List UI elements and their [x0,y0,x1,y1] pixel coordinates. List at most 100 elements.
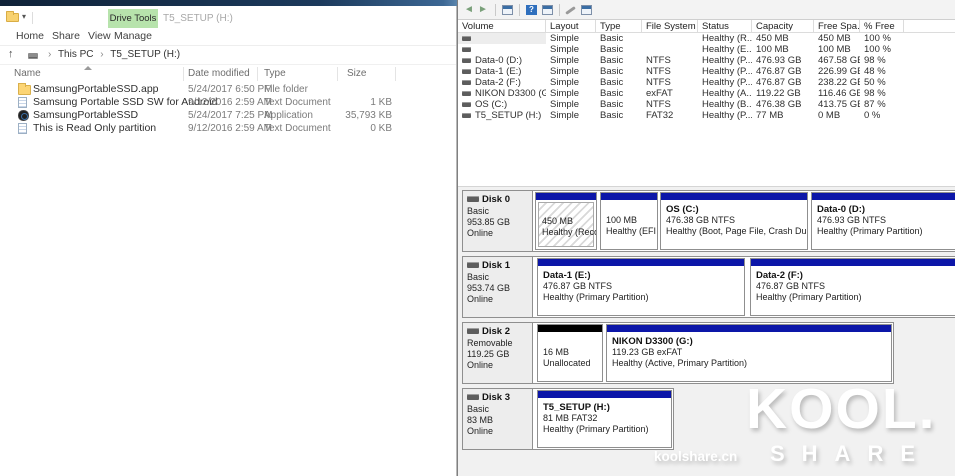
partition-data-0[interactable]: Data-0 (D:) 476.93 GB NTFS Healthy (Prim… [811,192,955,250]
tab-home[interactable]: Home [16,29,44,44]
help-icon[interactable]: ? [526,5,537,15]
disk-icon [467,394,479,400]
back-arrow-icon[interactable]: ◄ [464,4,474,15]
column-header-free-space[interactable]: Free Spa... [814,20,860,33]
column-header-type[interactable]: Type [264,68,286,79]
column-header-volume[interactable]: Volume [458,20,546,33]
column-header-layout[interactable]: Layout [546,20,596,33]
chevron-down-icon[interactable]: ▾ [22,12,26,21]
partition-status: Healthy (EFI [606,226,657,237]
tab-share[interactable]: Share [52,29,80,44]
tool-icon[interactable] [565,6,576,15]
volume-free: 467.58 GB [814,55,860,66]
file-name[interactable]: This is Read Only partition [33,122,156,134]
disk-icon [467,262,479,268]
partition-size: 476.87 GB NTFS [543,281,744,292]
folder-icon [18,85,31,95]
breadcrumb-this-pc[interactable]: This PC [58,49,94,60]
disk-label[interactable]: Disk 3 Basic 83 MB Online [463,389,533,449]
partition-status: Healthy (Active, Primary Partition) [612,358,891,369]
partition-status: Healthy (Recover [542,227,593,238]
window-icon[interactable] [542,5,553,15]
volume-fs: NTFS [642,77,698,88]
file-row[interactable]: Samsung Portable SSD SW for Android 9/12… [0,96,456,109]
forward-arrow-icon[interactable]: ► [478,4,488,15]
volume-row[interactable]: NIKON D3300 (G:) Simple Basic exFAT Heal… [458,88,955,99]
volume-fs: exFAT [642,88,698,99]
file-row[interactable]: SamsungPortableSSD.app 5/24/2017 6:50 PM… [0,83,456,96]
toolbar: ◄ ► ? [458,0,955,20]
volume-type: Basic [596,110,642,121]
disk-type: Basic [467,272,532,283]
file-size: 35,793 KB [320,110,392,121]
volume-capacity: 450 MB [752,33,814,44]
drive-tools-contextual-tab[interactable]: Drive Tools [108,9,158,28]
file-name[interactable]: SamsungPortableSSD.app [33,83,159,95]
volume-free: 413.75 GB [814,99,860,110]
volume-row[interactable]: Data-1 (E:) Simple Basic NTFS Healthy (P… [458,66,955,77]
partition-color-strip [601,193,657,200]
divider [495,4,496,16]
breadcrumb-current-folder[interactable]: T5_SETUP (H:) [110,49,180,60]
partition-status: Healthy (Primary Partition) [543,292,744,303]
disk-label[interactable]: Disk 0 Basic 953.85 GB Online [463,191,533,251]
column-header-status[interactable]: Status [698,20,752,33]
window-title: T5_SETUP (H:) [163,13,233,24]
disk-status: Online [467,294,532,305]
volume-layout: Simple [546,99,596,110]
window-icon[interactable] [502,5,513,15]
column-header-type[interactable]: Type [596,20,642,33]
partition-color-strip [751,259,955,266]
volume-row[interactable]: Simple Basic Healthy (E... 100 MB 100 MB… [458,44,955,55]
window-icon[interactable] [581,5,592,15]
tab-view[interactable]: View [88,29,111,44]
tab-manage[interactable]: Manage [114,29,152,44]
column-divider[interactable] [183,67,184,81]
partition-os-c[interactable]: OS (C:) 476.38 GB NTFS Healthy (Boot, Pa… [660,192,808,250]
volume-free: 450 MB [814,33,860,44]
volume-capacity: 476.87 GB [752,77,814,88]
column-header-name[interactable]: Name [14,68,41,79]
column-divider[interactable] [257,67,258,81]
volume-row[interactable]: OS (C:) Simple Basic NTFS Healthy (B... … [458,99,955,110]
volume-name: Data-2 (F:) [475,77,521,88]
disk-label[interactable]: Disk 1 Basic 953.74 GB Online [463,257,533,317]
file-date: 5/24/2017 6:50 PM [188,84,273,95]
file-name[interactable]: SamsungPortableSSD [33,109,138,121]
volume-row[interactable]: Simple Basic Healthy (R... 450 MB 450 MB… [458,33,955,44]
folder-icon[interactable] [6,13,19,22]
disk-status: Online [467,228,532,239]
column-divider[interactable] [337,67,338,81]
up-arrow-icon[interactable]: ↑ [8,48,14,60]
volume-fs: NTFS [642,66,698,77]
volume-status: Healthy (E... [698,44,752,55]
volume-status: Healthy (P... [698,77,752,88]
column-header-date-modified[interactable]: Date modified [188,68,250,79]
volume-capacity: 476.87 GB [752,66,814,77]
column-divider[interactable] [395,67,396,81]
column-header-size[interactable]: Size [347,68,366,79]
partition-size: 476.87 GB NTFS [756,281,955,292]
volume-row[interactable]: Data-0 (D:) Simple Basic NTFS Healthy (P… [458,55,955,66]
partition-t5-setup[interactable]: T5_SETUP (H:) 81 MB FAT32 Healthy (Prima… [537,390,672,448]
volume-row[interactable]: Data-2 (F:) Simple Basic NTFS Healthy (P… [458,77,955,88]
partition-data-1[interactable]: Data-1 (E:) 476.87 GB NTFS Healthy (Prim… [537,258,745,316]
volume-status: Healthy (R... [698,33,752,44]
partition-color-strip [812,193,955,200]
partition-unallocated[interactable]: 16 MB Unallocated [537,324,603,382]
disk-label[interactable]: Disk 2 Removable 119.25 GB Online [463,323,533,383]
volume-row[interactable]: T5_SETUP (H:) Simple Basic FAT32 Healthy… [458,110,955,121]
volume-free: 0 MB [814,110,860,121]
file-row[interactable]: This is Read Only partition 9/12/2016 2:… [0,122,456,135]
column-header-capacity[interactable]: Capacity [752,20,814,33]
column-header-file-system[interactable]: File System [642,20,698,33]
file-row[interactable]: SamsungPortableSSD 5/24/2017 7:25 PM App… [0,109,456,122]
disk-row: Disk 1 Basic 953.74 GB Online Data-1 (E:… [462,256,955,318]
partition-data-2[interactable]: Data-2 (F:) 476.87 GB NTFS Healthy (Prim… [750,258,955,316]
partition-recovery[interactable]: 450 MB Healthy (Recover [535,192,597,250]
partition-efi[interactable]: 100 MB Healthy (EFI [600,192,658,250]
file-explorer-window: ▾ Drive Tools T5_SETUP (H:) Home Share V… [0,6,457,476]
partition-nikon[interactable]: NIKON D3300 (G:) 119.23 GB exFAT Healthy… [606,324,892,382]
column-header-pct-free[interactable]: % Free [860,20,904,33]
volume-capacity: 100 MB [752,44,814,55]
